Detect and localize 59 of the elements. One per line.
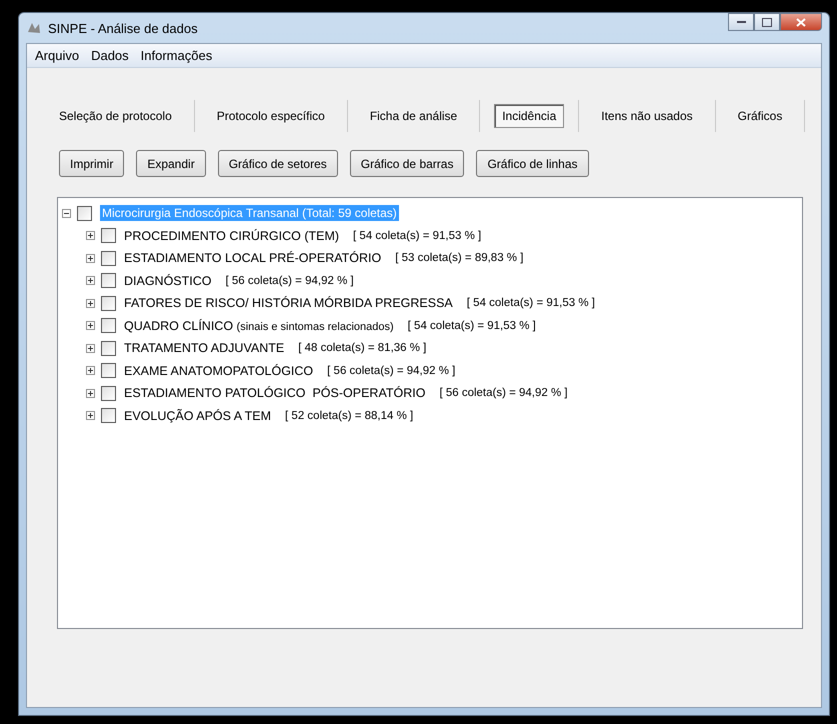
toolbar-button[interactable]: Gráfico de barras xyxy=(350,150,464,177)
tree-item-label[interactable]: DIAGNÓSTICO xyxy=(124,274,212,288)
collection-count: [ 48 coleta(s) = 81,36 % ] xyxy=(298,342,426,354)
checkbox[interactable] xyxy=(101,273,116,288)
expand-icon[interactable] xyxy=(86,388,95,398)
tree-item-label[interactable]: QUADRO CLÍNICO (sinais e sintomas relacionados) xyxy=(124,318,394,333)
menu-item[interactable]: Dados xyxy=(86,48,134,63)
toolbar-button[interactable]: Imprimir xyxy=(59,150,124,177)
tree-item-label[interactable]: EXAME ANATOMOPATOLÓGICO xyxy=(124,364,314,378)
collection-count: [ 54 coleta(s) = 91,53 % ] xyxy=(408,320,536,332)
expand-icon[interactable] xyxy=(86,411,95,420)
checkbox[interactable] xyxy=(101,228,116,244)
expand-icon[interactable] xyxy=(86,254,95,263)
expand-icon[interactable] xyxy=(86,321,95,330)
collection-count: [ 53 coleta(s) = 89,83 % ] xyxy=(395,252,524,264)
tab[interactable]: Gráficos xyxy=(730,104,790,128)
checkbox[interactable] xyxy=(101,363,116,378)
menu-item[interactable]: Informações xyxy=(136,48,218,63)
tab[interactable]: Itens não usados xyxy=(593,104,701,128)
expand-icon[interactable] xyxy=(86,298,95,308)
minimize-button[interactable] xyxy=(728,13,754,31)
checkbox[interactable] xyxy=(101,408,116,424)
checkbox[interactable] xyxy=(77,206,92,221)
tab[interactable]: Incidência xyxy=(494,104,564,128)
close-icon xyxy=(796,18,806,26)
tab[interactable]: Protocolo específico xyxy=(208,104,333,128)
tree-item-label[interactable]: ESTADIAMENTO LOCAL PRÉ-OPERATÓRIO xyxy=(124,251,382,266)
expand-icon[interactable] xyxy=(86,366,95,376)
close-button[interactable] xyxy=(780,13,822,31)
tree-item-label[interactable]: PROCEDIMENTO CIRÚRGICO (TEM) xyxy=(124,228,340,243)
window-title: SINPE - Análise de dados xyxy=(48,20,198,36)
collection-count: [ 52 coleta(s) = 88,14 % ] xyxy=(285,410,414,422)
collection-count: [ 54 coleta(s) = 91,53 % ] xyxy=(466,297,595,310)
expand-icon[interactable] xyxy=(86,231,95,240)
collection-count: [ 54 coleta(s) = 91,53 % ] xyxy=(353,230,482,242)
menu-item[interactable]: Arquivo xyxy=(30,48,84,63)
expand-icon[interactable] xyxy=(86,276,95,286)
checkbox[interactable] xyxy=(101,296,116,311)
tab[interactable]: Seleção de protocolo xyxy=(51,104,180,128)
checkbox[interactable] xyxy=(101,318,116,334)
maximize-button[interactable] xyxy=(754,13,780,31)
checkbox[interactable] xyxy=(101,340,116,356)
tab[interactable]: Ficha de análise xyxy=(362,104,466,128)
tree-item-label[interactable]: FATORES DE RISCO/ HISTÓRIA MÓRBIDA PREGRESSA xyxy=(124,296,453,310)
toolbar-button[interactable]: Gráfico de setores xyxy=(218,150,338,177)
expand-icon[interactable] xyxy=(86,344,95,353)
checkbox[interactable] xyxy=(101,250,116,266)
minimize-icon xyxy=(736,20,746,24)
collection-count: [ 56 coleta(s) = 94,92 % ] xyxy=(327,364,456,377)
collection-count: [ 56 coleta(s) = 94,92 % ] xyxy=(226,274,354,287)
toolbar-button[interactable]: Expandir xyxy=(136,150,206,177)
tree-item-label[interactable]: ESTADIAMENTO PATOLÓGICO PÓS-OPERATÓRIO xyxy=(124,386,426,400)
collection-count: [ 56 coleta(s) = 94,92 % ] xyxy=(439,387,568,400)
checkbox[interactable] xyxy=(101,386,116,401)
collapse-icon[interactable] xyxy=(62,208,71,218)
tree-item-label[interactable]: TRATAMENTO ADJUVANTE xyxy=(124,341,284,356)
tree-item-label[interactable]: EVOLUÇÃO APÓS A TEM xyxy=(124,408,272,423)
maximize-icon xyxy=(762,18,772,26)
toolbar-button[interactable]: Gráfico de linhas xyxy=(476,150,589,177)
